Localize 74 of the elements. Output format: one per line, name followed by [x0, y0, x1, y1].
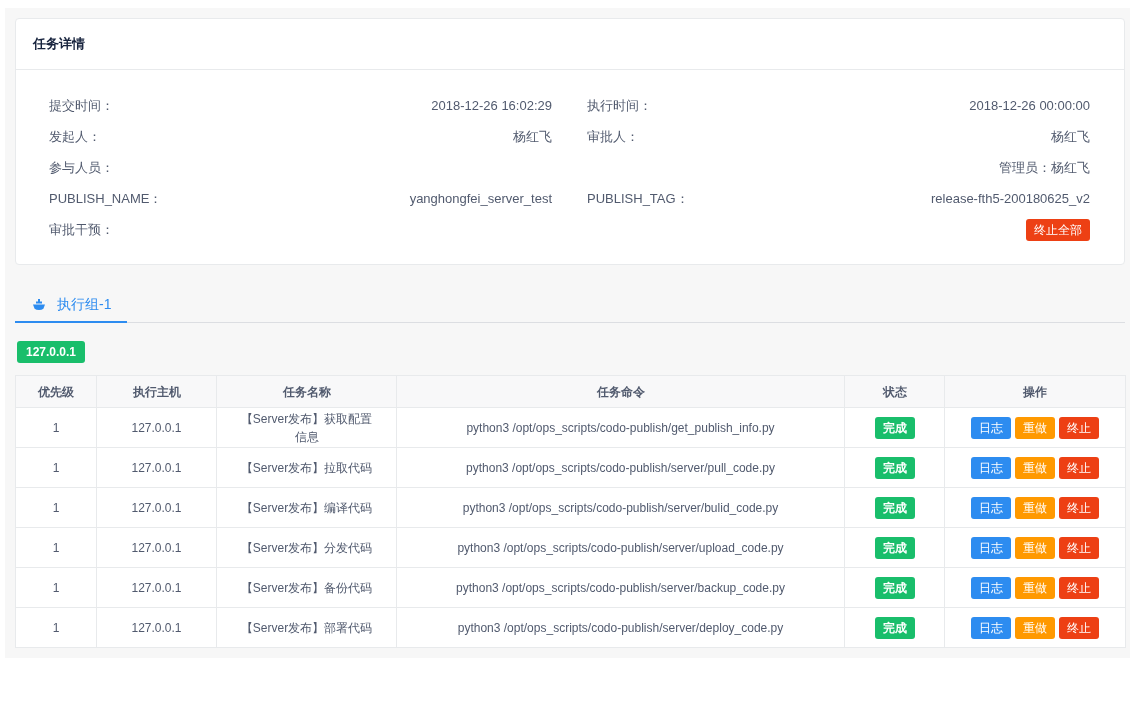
- action-button[interactable]: 终止: [1059, 456, 1099, 479]
- table-cell: 1: [15, 487, 97, 528]
- action-button[interactable]: 终止: [1059, 536, 1099, 559]
- column-header: 优先级: [15, 375, 97, 408]
- table-cell: 127.0.0.1: [96, 407, 217, 448]
- field-label: PUBLISH_TAG：: [587, 189, 689, 208]
- table-cell: python3 /opt/ops_scripts/codo-publish/server/deploy_code.py: [396, 607, 845, 648]
- host-tag: 127.0.0.1: [17, 341, 86, 363]
- action-button[interactable]: 日志: [971, 416, 1011, 439]
- action-button[interactable]: 日志: [971, 496, 1011, 519]
- field-value: 2018-12-26 16:02:29: [431, 96, 552, 115]
- table-cell: 1: [15, 567, 97, 608]
- table-cell: 【Server发布】编译代码: [216, 487, 397, 528]
- status-tag: 完成: [874, 496, 915, 519]
- action-button[interactable]: 重做: [1015, 456, 1055, 479]
- status-tag: 完成: [874, 616, 915, 639]
- action-button[interactable]: 终止: [1059, 416, 1099, 439]
- status-tag: 完成: [874, 416, 915, 439]
- table-cell: python3 /opt/ops_scripts/codo-publish/server/backup_code.py: [396, 567, 845, 608]
- action-button[interactable]: 重做: [1015, 616, 1055, 639]
- table-cell: 【Server发布】获取配置信息: [216, 407, 397, 448]
- table-cell: 127.0.0.1: [96, 567, 217, 608]
- table-cell: 【Server发布】拉取代码: [216, 447, 397, 488]
- field-label: 参与人员：: [49, 158, 114, 177]
- stop-all-button[interactable]: 终止全部: [1026, 218, 1090, 241]
- table-cell: 127.0.0.1: [96, 527, 217, 568]
- field-value: 管理员：杨红飞: [999, 158, 1090, 177]
- table-cell: 1: [15, 607, 97, 648]
- table-cell: python3 /opt/ops_scripts/codo-publish/server/pull_code.py: [396, 447, 845, 488]
- table-cell: 127.0.0.1: [96, 487, 217, 528]
- action-button[interactable]: 重做: [1015, 576, 1055, 599]
- action-button[interactable]: 日志: [971, 456, 1011, 479]
- column-header: 执行主机: [96, 375, 217, 408]
- table-cell: 【Server发布】备份代码: [216, 567, 397, 608]
- field-value: release-fth5-200180625_v2: [931, 189, 1090, 208]
- table-cell: python3 /opt/ops_scripts/codo-publish/server/bulid_code.py: [396, 487, 845, 528]
- table-cell: python3 /opt/ops_scripts/codo-publish/server/upload_code.py: [396, 527, 845, 568]
- table-cell: 127.0.0.1: [96, 447, 217, 488]
- field-value: yanghongfei_server_test: [409, 189, 552, 208]
- card-title: 任务详情: [33, 35, 85, 54]
- table-cell: 1: [15, 407, 97, 448]
- column-header: 状态: [844, 375, 945, 408]
- field-label: 审批人：: [587, 127, 639, 146]
- field-label: 执行时间：: [587, 96, 652, 115]
- table-cell: 【Server发布】分发代码: [216, 527, 397, 568]
- column-header: 任务命令: [396, 375, 845, 408]
- column-header: 操作: [944, 375, 1126, 408]
- table-cell: 127.0.0.1: [96, 607, 217, 648]
- action-button[interactable]: 终止: [1059, 496, 1099, 519]
- action-button[interactable]: 重做: [1015, 536, 1055, 559]
- boat-icon: [33, 298, 45, 310]
- action-button[interactable]: 终止: [1059, 616, 1099, 639]
- status-tag: 完成: [874, 576, 915, 599]
- field-value: 2018-12-26 00:00:00: [969, 96, 1090, 115]
- table-cell: 1: [15, 447, 97, 488]
- action-button[interactable]: 重做: [1015, 496, 1055, 519]
- field-label: 审批干预：: [49, 220, 114, 239]
- action-button[interactable]: 日志: [971, 616, 1011, 639]
- field-value: 杨红飞: [513, 127, 552, 146]
- action-button[interactable]: 终止: [1059, 576, 1099, 599]
- field-value: 杨红飞: [1051, 127, 1090, 146]
- action-button[interactable]: 日志: [971, 576, 1011, 599]
- status-tag: 完成: [874, 536, 915, 559]
- status-tag: 完成: [874, 456, 915, 479]
- table-cell: 1: [15, 527, 97, 568]
- tab[interactable]: 执行组-1: [15, 281, 128, 323]
- field-label: 提交时间：: [49, 96, 114, 115]
- field-label: 发起人：: [49, 127, 101, 146]
- field-label: PUBLISH_NAME：: [49, 189, 163, 208]
- table-cell: python3 /opt/ops_scripts/codo-publish/get_publish_info.py: [396, 407, 845, 448]
- action-button[interactable]: 日志: [971, 536, 1011, 559]
- action-button[interactable]: 重做: [1015, 416, 1055, 439]
- column-header: 任务名称: [216, 375, 397, 408]
- table-cell: 【Server发布】部署代码: [216, 607, 397, 648]
